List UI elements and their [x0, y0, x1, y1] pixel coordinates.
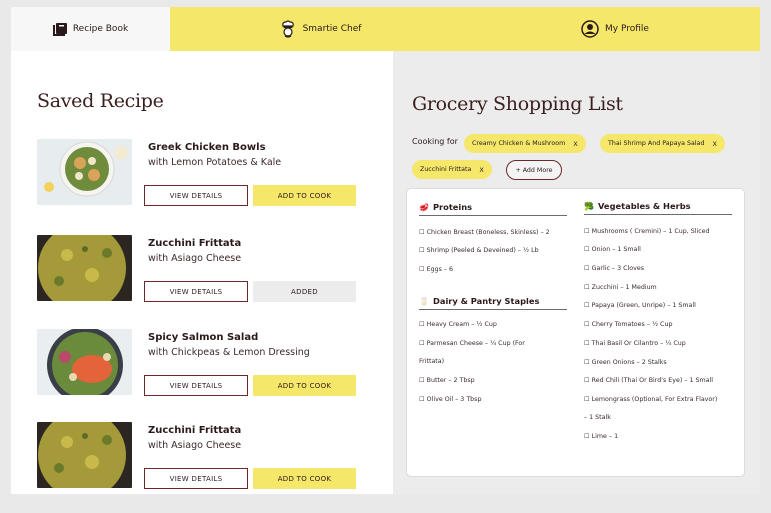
chef-icon	[279, 20, 297, 38]
recipe-name: Zucchini Frittata	[148, 238, 242, 249]
tab-smartie-chef[interactable]: Smartie Chef	[170, 7, 470, 51]
profile-icon	[581, 20, 599, 38]
recipe-subtitle: with Chickpeas & Lemon Dressing	[148, 347, 310, 358]
view-details-button[interactable]: VIEW DETAILS	[144, 185, 248, 206]
grocery-item[interactable]: ☐ Chicken Breast (Boneless, Skinless) – …	[419, 229, 550, 236]
grocery-item[interactable]: ☐ Butter – 2 Tbsp	[419, 377, 475, 384]
section-title: Proteins	[432, 202, 473, 212]
chip-remove-button[interactable]: X	[712, 140, 716, 148]
recipe-name: Greek Chicken Bowls	[148, 142, 266, 153]
recipe-card: Zucchini Frittata with Asiago Cheese VIE…	[37, 422, 367, 492]
recipe-card: Zucchini Frittata with Asiago Cheese VIE…	[37, 235, 367, 305]
add-more-button[interactable]: + Add More	[506, 160, 562, 180]
book-icon	[52, 22, 67, 36]
dairy-section-heading: 🥛 Dairy & Pantry Staples	[419, 296, 539, 306]
grocery-item[interactable]: ☐ Green Onions – 2 Stalks	[584, 359, 667, 366]
chip-remove-button[interactable]: X	[573, 140, 577, 148]
grocery-item[interactable]: ☐ Cherry Tomatoes – ½ Cup	[584, 321, 672, 328]
grocery-item[interactable]: ☐ Heavy Cream – ½ Cup	[419, 321, 497, 328]
recipe-image	[37, 235, 132, 301]
saved-recipes-panel: Saved Recipe Greek Chicken Bowls with Le…	[11, 51, 393, 494]
section-title: Dairy & Pantry Staples	[432, 296, 540, 306]
saved-recipes-title: Saved Recipe	[37, 90, 164, 112]
recipe-chip: Zucchini Frittata X	[412, 160, 492, 179]
vegetables-section-heading: 🥦 Vegetables & Herbs	[584, 201, 691, 211]
grocery-item[interactable]: ☐ Eggs – 6	[419, 266, 453, 273]
grocery-item: Frittata)	[419, 358, 445, 365]
grocery-item[interactable]: ☐ Zucchini – 1 Medium	[584, 284, 657, 291]
view-details-button[interactable]: VIEW DETAILS	[144, 468, 248, 489]
recipe-image	[37, 329, 132, 395]
view-details-button[interactable]: VIEW DETAILS	[144, 281, 248, 302]
recipe-subtitle: with Asiago Cheese	[148, 440, 242, 451]
recipe-chip: Thai Shrimp And Papaya Salad X	[600, 134, 725, 153]
chip-label: Zucchini Frittata	[420, 166, 472, 173]
grocery-item[interactable]: ☐ Shrimp (Peeled & Deveined) – ½ Lb	[419, 247, 539, 254]
recipe-image	[37, 139, 132, 205]
grocery-item[interactable]: ☐ Olive Oil – 3 Tbsp	[419, 396, 481, 403]
add-to-cook-button[interactable]: ADD TO COOK	[253, 468, 356, 489]
app-frame: Recipe Book Smartie Chef My Profile Save…	[11, 7, 760, 494]
recipe-subtitle: with Asiago Cheese	[148, 253, 242, 264]
milk-icon: 🥛	[419, 296, 429, 306]
tab-my-profile[interactable]: My Profile	[470, 7, 760, 51]
tab-label: Smartie Chef	[302, 24, 362, 34]
chip-label: Thai Shrimp And Papaya Salad	[608, 140, 705, 147]
recipe-card: Spicy Salmon Salad with Chickpeas & Lemo…	[37, 329, 367, 399]
grocery-item: – 1 Stalk	[584, 414, 611, 421]
recipe-image	[37, 422, 132, 488]
grocery-item[interactable]: ☐ Red Chili (Thai Or Bird's Eye) – 1 Sma…	[584, 377, 713, 384]
broccoli-icon: 🥦	[584, 201, 594, 211]
divider	[419, 215, 567, 216]
grocery-list-card: 🥩 Proteins ☐ Chicken Breast (Boneless, S…	[406, 188, 745, 477]
chip-remove-button[interactable]: X	[479, 166, 483, 174]
recipe-name: Zucchini Frittata	[148, 425, 242, 436]
recipe-name: Spicy Salmon Salad	[148, 332, 259, 343]
tab-label: My Profile	[605, 24, 649, 34]
meat-icon: 🥩	[419, 202, 429, 212]
add-to-cook-button[interactable]: ADD TO COOK	[253, 185, 356, 206]
recipe-card: Greek Chicken Bowls with Lemon Potatoes …	[37, 139, 367, 209]
grocery-item[interactable]: ☐ Garlic – 3 Cloves	[584, 265, 644, 272]
grocery-item[interactable]: ☐ Lemongrass (Optional, For Extra Flavor…	[584, 396, 717, 403]
grocery-item[interactable]: ☐ Thai Basil Or Cilantro – ¼ Cup	[584, 340, 686, 347]
cooking-for-label: Cooking for	[412, 137, 458, 146]
recipe-subtitle: with Lemon Potatoes & Kale	[148, 157, 282, 168]
top-nav: Recipe Book Smartie Chef My Profile	[11, 7, 760, 51]
divider	[419, 309, 567, 310]
chip-label: Creamy Chicken & Mushroom	[472, 140, 566, 147]
grocery-title: Grocery Shopping List	[412, 93, 623, 115]
proteins-section-heading: 🥩 Proteins	[419, 202, 472, 212]
added-button[interactable]: ADDED	[253, 281, 356, 302]
divider	[584, 214, 732, 215]
grocery-item[interactable]: ☐ Mushrooms ( Cremini) – 1 Cup, Sliced	[584, 228, 710, 235]
view-details-button[interactable]: VIEW DETAILS	[144, 375, 248, 396]
grocery-item[interactable]: ☐ Parmesan Cheese – ¼ Cup (For	[419, 340, 525, 347]
recipe-chip: Creamy Chicken & Mushroom X	[464, 134, 586, 153]
grocery-item[interactable]: ☐ Onion – 1 Small	[584, 246, 641, 253]
grocery-item[interactable]: ☐ Lime – 1	[584, 433, 618, 440]
tab-recipe-book[interactable]: Recipe Book	[11, 7, 170, 51]
section-title: Vegetables & Herbs	[597, 201, 691, 211]
add-to-cook-button[interactable]: ADD TO COOK	[253, 375, 356, 396]
grocery-item[interactable]: ☐ Papaya (Green, Unripe) – 1 Small	[584, 302, 696, 309]
tab-label: Recipe Book	[72, 24, 129, 34]
grocery-list-panel: Grocery Shopping List Cooking for Creamy…	[393, 51, 760, 494]
